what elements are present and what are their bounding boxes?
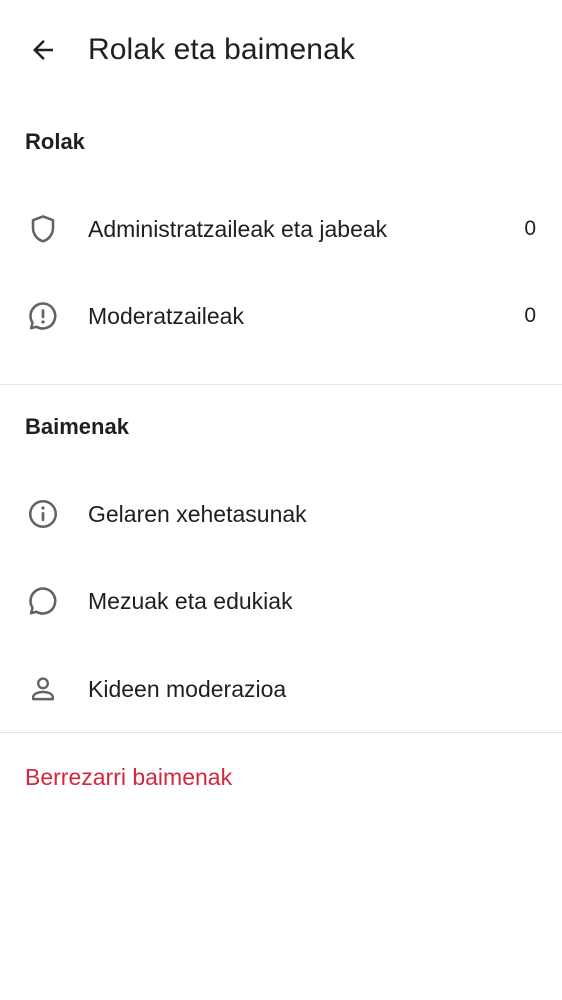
role-item-admins-owners[interactable]: Administratzaileak eta jabeak 0 [0, 185, 562, 271]
permission-item-room-details[interactable]: Gelaren xehetasunak [0, 470, 562, 556]
role-item-moderators[interactable]: Moderatzaileak 0 [0, 272, 562, 358]
permission-item-messages-content[interactable]: Mezuak eta edukiak [0, 557, 562, 643]
chat-bubble-icon [25, 583, 61, 619]
message-alert-icon [25, 298, 61, 334]
role-item-label: Administratzaileak eta jabeak [88, 216, 388, 242]
app-bar: Rolak eta baimenak [0, 0, 562, 100]
section-header-roles: Rolak [25, 129, 85, 154]
back-button[interactable] [20, 27, 66, 73]
page-title: Rolak eta baimenak [88, 33, 355, 66]
section-divider [0, 384, 562, 385]
role-item-label: Moderatzaileak [88, 303, 244, 329]
person-icon [25, 671, 61, 707]
section-header-permissions: Baimenak [25, 414, 129, 439]
role-count-badge: 0 [524, 304, 536, 327]
section-divider [0, 732, 562, 733]
role-count-badge: 0 [524, 217, 536, 240]
arrow-left-icon [33, 40, 53, 60]
permission-item-label: Gelaren xehetasunak [88, 501, 307, 527]
permission-item-label: Mezuak eta edukiak [88, 588, 293, 614]
reset-permissions-button[interactable]: Berrezarri baimenak [25, 761, 232, 793]
permission-item-label: Kideen moderazioa [88, 676, 287, 702]
shield-icon [25, 211, 61, 247]
info-icon [25, 496, 61, 532]
permission-item-member-moderation[interactable]: Kideen moderazioa [0, 645, 562, 731]
